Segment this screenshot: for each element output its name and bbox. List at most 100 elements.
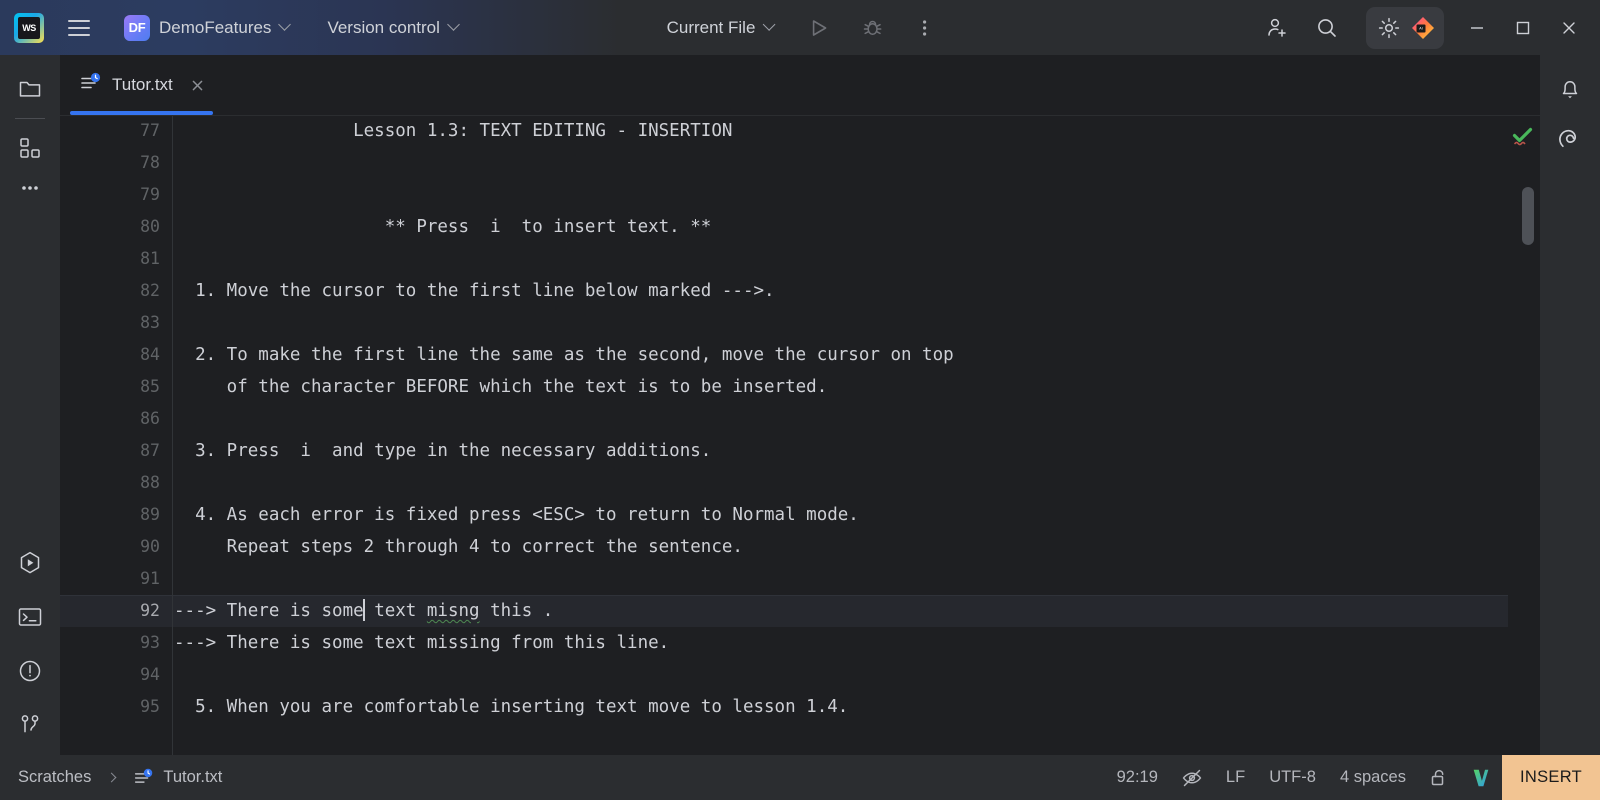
code-line[interactable]: 87 3. Press i and type in the necessary … [60,435,1508,467]
breadcrumb-item-file[interactable]: Tutor.txt [163,768,222,787]
line-number: 79 [140,185,160,204]
run-icon[interactable] [801,11,835,45]
breadcrumb-item-scratches[interactable]: Scratches [18,768,91,787]
chevron-right-icon [106,772,117,783]
sidebar-item-project[interactable] [10,69,50,109]
text-segment: ---> There is some [174,601,364,621]
sidebar-item-notifications[interactable] [1550,69,1590,109]
code-line[interactable]: 91 [60,563,1508,595]
hamburger-menu-icon[interactable] [62,11,96,45]
indent-setting[interactable]: 4 spaces [1328,755,1418,800]
editor-scrollbar[interactable] [1522,171,1534,755]
tabbar-empty-space [222,55,1540,115]
run-configuration-selector[interactable]: Current File [659,13,782,43]
statusbar: Scratches Tutor.txt 92:19 LF UTF-8 4 spa… [0,755,1600,800]
code-line[interactable]: 78 [60,147,1508,179]
unlocked-padlock-icon[interactable] [1418,755,1460,800]
tab-tutor-txt[interactable]: Tutor.txt [60,55,223,115]
sidebar-item-run[interactable] [10,543,50,583]
code-line[interactable]: 79 [60,179,1508,211]
line-text[interactable]: Repeat steps 2 through 4 to correct the … [172,531,1508,563]
run-widget: Current File [659,0,942,55]
ide-body: Tutor.txt 77 Lesson 1.3: TEXT EDITING - … [0,55,1600,755]
version-control-selector[interactable]: Version control [321,14,463,42]
code-line[interactable]: 82 1. Move the cursor to the first line … [60,275,1508,307]
line-number: 86 [140,409,160,428]
line-text[interactable]: ** Press i to insert text. ** [172,211,1508,243]
chevron-down-icon [762,18,776,31]
line-text[interactable]: 2. To make the first line the same as th… [172,339,1508,371]
line-text[interactable]: 5. When you are comfortable inserting te… [172,691,1508,723]
scrollbar-thumb[interactable] [1522,187,1534,245]
editor-column: Tutor.txt 77 Lesson 1.3: TEXT EDITING - … [60,55,1540,755]
editor-top-border [60,115,1540,116]
ai-assistant-icon[interactable]: AI [1408,13,1438,43]
webstorm-logo [14,12,44,43]
code-line[interactable]: 83 [60,307,1508,339]
line-number: 80 [140,217,160,236]
minimize-button[interactable] [1454,0,1500,55]
project-selector[interactable]: DF DemoFeatures [118,11,295,45]
line-text[interactable]: 4. As each error is fixed press <ESC> to… [172,499,1508,531]
line-number: 90 [140,537,160,556]
breadcrumb[interactable]: Scratches Tutor.txt [18,767,222,789]
line-separator[interactable]: LF [1214,755,1257,800]
code-line-active[interactable]: 92 ---> There is some text misng this . [60,595,1508,627]
settings-ai-group: AI [1366,6,1444,49]
code-editor[interactable]: 77 Lesson 1.3: TEXT EDITING - INSERTION 7… [60,115,1540,755]
code-line[interactable]: 88 [60,467,1508,499]
tab-label: Tutor.txt [112,75,173,94]
caret-position[interactable]: 92:19 [1105,755,1170,800]
sidebar-item-ai-chat[interactable] [1550,119,1590,159]
code-line[interactable]: 85 of the character BEFORE which the tex… [60,371,1508,403]
search-icon[interactable] [1310,11,1344,45]
titlebar: DF DemoFeatures Version control Current … [0,0,1600,55]
code-line[interactable]: 81 [60,243,1508,275]
sidebar-item-version-control[interactable] [10,705,50,745]
gutter-separator [172,115,173,755]
line-text[interactable]: ---> There is some text misng this . [172,595,1508,627]
code-line[interactable]: 94 [60,659,1508,691]
text-segment: text [363,601,427,621]
line-text[interactable]: of the character BEFORE which the text i… [172,371,1508,403]
more-vertical-icon[interactable] [907,11,941,45]
chevron-down-icon [447,18,460,31]
code-line[interactable]: 77 Lesson 1.3: TEXT EDITING - INSERTION [60,115,1508,147]
text-segment: this . [479,601,554,621]
line-number: 87 [140,441,160,460]
vim-mode-badge[interactable]: INSERT [1501,755,1600,800]
code-line[interactable]: 80 ** Press i to insert text. ** [60,211,1508,243]
sidebar-item-more[interactable] [10,168,50,208]
code-line[interactable]: 89 4. As each error is fixed press <ESC>… [60,499,1508,531]
sidebar-item-structure[interactable] [10,128,50,168]
line-text[interactable]: ---> There is some text missing from thi… [172,627,1508,659]
line-text[interactable]: 3. Press i and type in the necessary add… [172,435,1508,467]
vim-logo-icon[interactable] [1460,755,1502,800]
add-user-icon[interactable] [1260,11,1294,45]
eye-crossed-icon[interactable] [1170,755,1214,800]
run-configuration-label: Current File [666,17,756,37]
file-encoding[interactable]: UTF-8 [1257,755,1328,800]
code-line[interactable]: 95 5. When you are comfortable inserting… [60,691,1508,723]
code-line[interactable]: 86 [60,403,1508,435]
editor-viewport[interactable]: 77 Lesson 1.3: TEXT EDITING - INSERTION 7… [60,115,1508,755]
titlebar-right-group: AI [1260,0,1600,55]
code-lines[interactable]: 77 Lesson 1.3: TEXT EDITING - INSERTION 7… [60,115,1508,723]
line-text[interactable]: 1. Move the cursor to the first line bel… [172,275,1508,307]
sidebar-item-terminal[interactable] [10,597,50,637]
line-text[interactable]: Lesson 1.3: TEXT EDITING - INSERTION [172,115,1508,147]
maximize-button[interactable] [1500,0,1546,55]
close-icon[interactable] [187,74,209,96]
code-line[interactable]: 93 ---> There is some text missing from t… [60,627,1508,659]
inspection-status-widget[interactable] [1510,125,1536,151]
typo-highlight: misng [426,601,480,621]
sidebar-item-problems[interactable] [10,651,50,691]
code-line[interactable]: 90 Repeat steps 2 through 4 to correct t… [60,531,1508,563]
close-button[interactable] [1546,0,1592,55]
gear-icon[interactable] [1372,11,1406,45]
debug-icon[interactable] [855,11,889,45]
line-number: 77 [140,121,160,140]
line-number: 92 [140,601,160,620]
code-line[interactable]: 84 2. To make the first line the same as… [60,339,1508,371]
statusbar-right-group: 92:19 LF UTF-8 4 spaces INSERT [1105,755,1600,800]
